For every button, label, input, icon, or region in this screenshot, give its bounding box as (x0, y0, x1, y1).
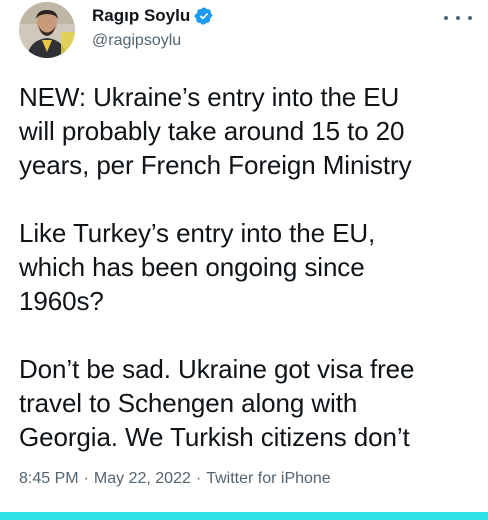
verified-badge-icon (194, 6, 214, 26)
tweet-line: 1960s? (19, 286, 104, 316)
more-dot (468, 16, 472, 20)
tweet-line: Don’t be sad. Ukraine got visa free (19, 354, 415, 384)
author-handle[interactable]: @ragipsoylu (92, 31, 181, 51)
tweet-card: Ragıp Soylu @ragipsoylu NEW: Ukraine’s e… (0, 0, 488, 520)
tweet-text: NEW: Ukraine’s entry into the EU will pr… (19, 80, 479, 454)
tweet-date-link[interactable]: May 22, 2022 (94, 470, 191, 487)
tweet-paragraph: NEW: Ukraine’s entry into the EU will pr… (19, 80, 479, 182)
meta-separator: · (83, 470, 89, 487)
meta-separator: · (195, 470, 202, 487)
tweet-paragraph: Don’t be sad. Ukraine got visa free trav… (19, 352, 479, 454)
tweet-meta: 8:45 PM · May 22, 2022 · Twitter for iPhone (19, 469, 331, 489)
tweet-line: Like Turkey’s entry into the EU, (19, 218, 376, 248)
accent-bar (0, 512, 488, 520)
tweet-paragraph: Like Turkey’s entry into the EU, which h… (19, 216, 479, 318)
tweet-source-link[interactable]: Twitter for iPhone (206, 470, 331, 487)
tweet-line: Georgia. We Turkish citizens don’t (19, 422, 410, 452)
more-options-icon[interactable] (444, 8, 472, 28)
tweet-line: years, per French Foreign Ministry (19, 150, 412, 180)
tweet-line: which has been ongoing since (19, 252, 365, 282)
more-dot (444, 16, 448, 20)
tweet-line: will probably take around 15 to 20 (19, 116, 405, 146)
tweet-line: NEW: Ukraine’s entry into the EU (19, 82, 400, 112)
author-name-row[interactable]: Ragıp Soylu (92, 6, 214, 26)
tweet-line: travel to Schengen along with (19, 388, 358, 418)
tweet-time-link[interactable]: 8:45 PM (19, 470, 79, 487)
author-display-name[interactable]: Ragıp Soylu (92, 6, 190, 26)
more-dot (456, 16, 460, 20)
user-avatar-icon[interactable] (19, 2, 75, 58)
